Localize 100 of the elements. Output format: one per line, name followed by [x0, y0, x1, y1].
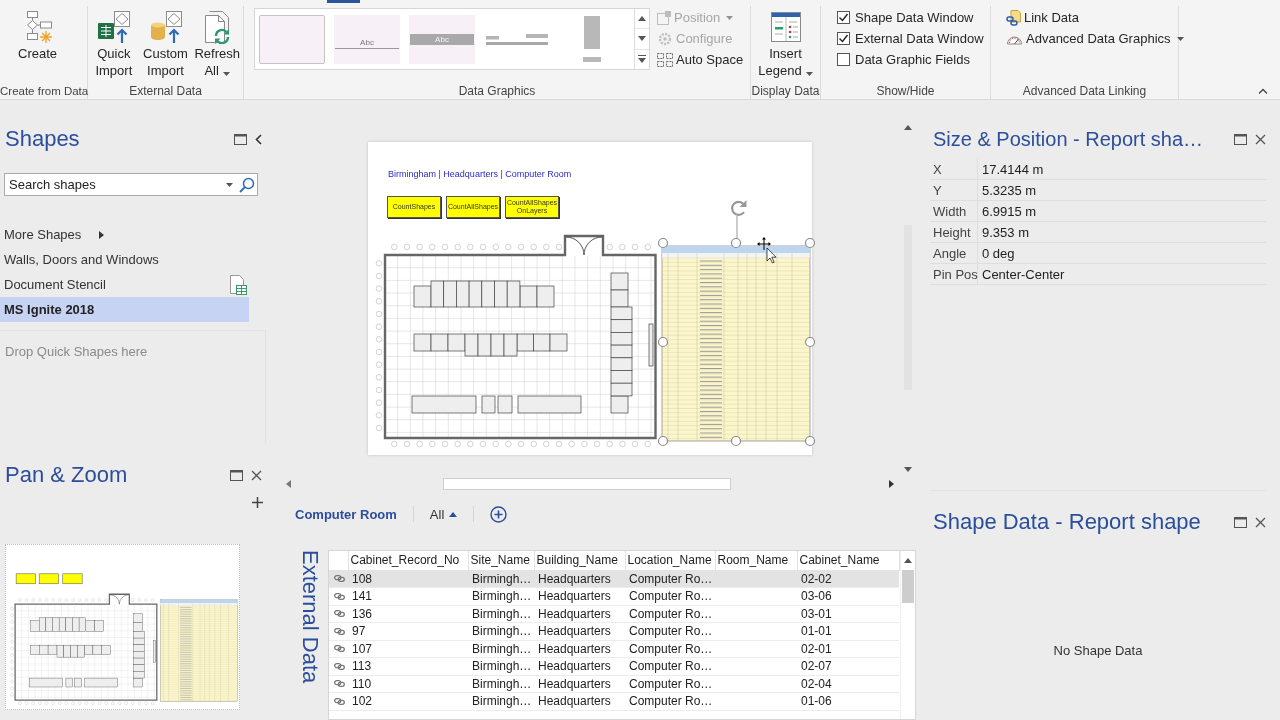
property-value[interactable]: 0 deg [978, 243, 1015, 263]
property-label: Pin Pos [930, 264, 978, 284]
property-value[interactable]: Center-Center [978, 264, 1065, 284]
caret-up-icon[interactable] [903, 558, 912, 563]
plus-icon[interactable] [252, 497, 263, 508]
selection-handle[interactable] [804, 237, 816, 249]
table-cell: 02-02 [797, 570, 899, 588]
scrollbar-thumb[interactable] [443, 478, 731, 490]
caret-left-icon[interactable] [286, 480, 291, 488]
window-icon[interactable] [234, 133, 247, 145]
selection-handle[interactable] [804, 435, 816, 447]
caret-up-icon[interactable] [638, 16, 646, 22]
table-row[interactable]: 107 Birmingh… Headquarters Computer Ro… 02-01 [329, 640, 899, 658]
custom-import-button[interactable]: Custom Import [139, 6, 192, 81]
table-cell: 107 [348, 640, 468, 658]
table-cell: 01-01 [797, 622, 899, 640]
chevron-left-icon[interactable] [255, 133, 262, 145]
table-cell: 02-04 [797, 675, 899, 693]
auto-space-button[interactable]: Auto Space [655, 49, 746, 70]
property-label: X [930, 159, 978, 179]
checkbox[interactable] [837, 53, 850, 66]
expand-caret-icon[interactable] [638, 55, 646, 64]
panel-title: Shapes [5, 126, 81, 152]
table-cell: Computer Ro… [625, 570, 715, 588]
selection-handle[interactable] [657, 237, 669, 249]
selection-handle[interactable] [657, 336, 669, 348]
scrollbar-thumb[interactable] [901, 570, 914, 603]
search-field[interactable]: Search shapes [4, 173, 258, 196]
refresh-all-button[interactable]: Refresh All [191, 6, 243, 81]
table-cell: Computer Ro… [625, 622, 715, 640]
group-label: External Data [129, 83, 202, 99]
quick-import-button[interactable]: Quick Import [88, 6, 140, 81]
close-icon[interactable] [251, 469, 262, 481]
checkbox-label[interactable]: External Data Window [855, 31, 984, 46]
search-icon[interactable] [239, 176, 255, 193]
table-cell: Computer Ro… [625, 605, 715, 623]
window-icon[interactable] [1234, 133, 1247, 145]
column-header[interactable]: Cabinet_Record_No [348, 551, 468, 570]
table-row[interactable]: 110 Birmingh… Headquarters Computer Ro… 02-04 [329, 675, 899, 693]
insert-legend-button[interactable]: Insert Legend [754, 6, 817, 81]
group-label: Data Graphics [458, 83, 536, 99]
filter-dropdown[interactable]: All [429, 506, 458, 522]
chain-link-icon [1006, 9, 1021, 26]
selection-handle[interactable] [730, 435, 742, 447]
link-data-button[interactable]: Link Data [1004, 7, 1186, 28]
column-header[interactable]: Site_Name [468, 551, 534, 570]
window-icon[interactable] [230, 469, 243, 481]
table-cell: Computer Ro… [625, 675, 715, 693]
stencil-item[interactable]: Document Stencil [0, 272, 249, 297]
drop-hint: Drop Quick Shapes here [5, 344, 148, 359]
plus-circle-icon[interactable] [490, 505, 508, 523]
table-cell: Computer Ro… [625, 640, 715, 658]
table-cell: Headquarters [534, 657, 625, 675]
column-header[interactable]: Building_Name [534, 551, 625, 570]
position-icon [657, 10, 671, 25]
data-tab[interactable]: Computer Room [295, 506, 397, 522]
table-cell: Headquarters [534, 640, 625, 658]
table-row[interactable]: 141 Birmingh… Headquarters Computer Ro… 03-06 [329, 587, 899, 605]
rotation-handle[interactable] [731, 200, 747, 239]
checkbox-label[interactable]: Shape Data Window [855, 10, 974, 25]
table-row[interactable]: 97 Birmingh… Headquarters Computer Ro… 01-01 [329, 622, 899, 640]
table-cell: Headquarters [534, 622, 625, 640]
squares-grid-icon [657, 52, 673, 67]
window-icon[interactable] [1234, 516, 1247, 528]
panel-title: Size & Position - Report sha… [933, 127, 1205, 151]
property-value[interactable]: 5.3235 m [978, 180, 1037, 200]
chevron-up-icon[interactable] [1258, 88, 1268, 94]
caret-up-icon [449, 511, 458, 517]
table-cell: 02-01 [797, 640, 899, 658]
close-icon[interactable] [1255, 133, 1266, 145]
caret-right-icon[interactable] [889, 480, 894, 488]
column-header[interactable]: Cabinet_Name [797, 551, 899, 570]
more-shapes-item[interactable]: More Shapes [0, 222, 249, 247]
create-button[interactable]: Create [15, 6, 61, 64]
caret-down-icon[interactable] [904, 467, 912, 472]
property-value[interactable]: 9.353 m [978, 222, 1029, 242]
caret-up-icon[interactable] [904, 125, 912, 130]
table-row[interactable]: 102 Birmingh… Headquarters Computer Ro… 01-06 [329, 692, 899, 710]
close-icon[interactable] [1255, 516, 1266, 528]
advanced-data-graphics-button[interactable]: Advanced Data Graphics [1004, 28, 1186, 49]
checkbox[interactable] [837, 32, 850, 45]
checkbox[interactable] [837, 11, 850, 24]
stencil-item[interactable]: Walls, Doors and Windows [0, 247, 249, 272]
table-row[interactable]: 136 Birmingh… Headquarters Computer Ro… 03-01 [329, 605, 899, 623]
caret-down-icon[interactable] [638, 36, 646, 42]
selection-handle[interactable] [804, 336, 816, 348]
column-header[interactable]: Room_Name [715, 551, 797, 570]
selection-handle[interactable] [657, 435, 669, 447]
column-header[interactable]: Location_Name [625, 551, 715, 570]
selection-handle[interactable] [730, 237, 742, 249]
table-row[interactable]: 113 Birmingh… Headquarters Computer Ro… 02-07 [329, 657, 899, 675]
table-cell: 113 [348, 657, 468, 675]
link-icon [334, 610, 345, 618]
property-value[interactable]: 6.9915 m [978, 201, 1037, 221]
property-value[interactable]: 17.4144 m [978, 159, 1044, 179]
graphic-style-option[interactable]: Abc [334, 14, 400, 64]
stencil-item[interactable]: MS Ignite 2018 [0, 297, 249, 322]
panel-title: Shape Data - Report shape [933, 509, 1202, 535]
checkbox-label[interactable]: Data Graphic Fields [855, 52, 970, 67]
caret-icon[interactable] [226, 182, 233, 187]
